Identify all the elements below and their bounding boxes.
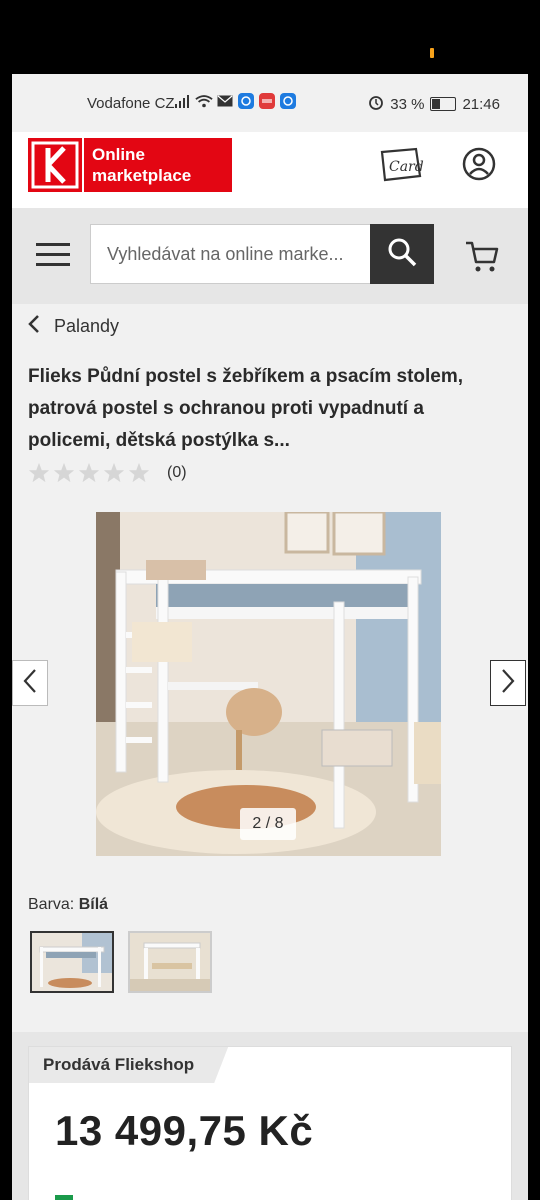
chevron-left-icon (28, 314, 40, 339)
status-bar: Vodafone CZ 33 % 21:46 (12, 74, 528, 132)
alarm-icon (368, 94, 384, 114)
clock: 21:46 (462, 95, 500, 113)
color-value: Bílá (78, 896, 109, 913)
thumbnail-image (32, 933, 112, 991)
thumbnail-image (130, 933, 210, 991)
color-selector-label: Barva: Bílá (28, 896, 108, 914)
chevron-left-icon (23, 668, 37, 699)
product-title: Flieks Půdní postel s žebříkem a psacím … (28, 366, 464, 451)
status-icons (174, 92, 297, 110)
shopping-cart-icon[interactable] (464, 240, 500, 279)
site-header: Online marketplace Card (12, 132, 528, 208)
color-thumbnail-selected[interactable] (30, 931, 114, 993)
star-icon (78, 462, 100, 483)
availability-indicator (55, 1195, 73, 1200)
gallery-counter: 2 / 8 (240, 808, 296, 840)
hamburger-menu-icon[interactable] (36, 242, 70, 273)
search-icon (387, 237, 417, 272)
logo-text: Online marketplace (84, 138, 232, 192)
battery-percent: 33 % (390, 95, 425, 113)
phone-screen: Vodafone CZ 33 % 21:46 Online marketplac… (12, 74, 528, 1200)
star-icon (128, 462, 150, 483)
product-rating[interactable]: (0) (28, 462, 187, 484)
chevron-right-icon (501, 668, 515, 699)
card-icon-text: Card (389, 159, 424, 175)
product-price: 13 499,75 Kč (55, 1107, 314, 1154)
mail-icon (216, 92, 234, 110)
star-icon (103, 462, 125, 483)
rating-count: (0) (167, 464, 187, 481)
user-account-icon[interactable] (461, 146, 497, 187)
star-icon (28, 462, 50, 483)
app-icon (258, 92, 276, 110)
product-image[interactable]: 2 / 8 (96, 512, 441, 856)
status-right: 33 % 21:46 (368, 94, 500, 114)
gallery-next-button[interactable] (490, 660, 526, 706)
signal-icon (174, 92, 192, 110)
carrier-name: Vodafone CZ (87, 95, 175, 112)
breadcrumb[interactable]: Palandy (28, 314, 119, 339)
search-button[interactable] (370, 224, 434, 284)
logo-mark (28, 138, 82, 192)
loft-bed-photo (96, 512, 441, 856)
battery-icon (430, 97, 457, 111)
search-bar: Vyhledávat na online marke... (12, 208, 528, 304)
gallery-prev-button[interactable] (12, 660, 48, 706)
star-icon (53, 462, 75, 483)
breadcrumb-label: Palandy (54, 316, 120, 336)
seller-name[interactable]: Prodává Fliekshop (29, 1047, 228, 1083)
search-input[interactable]: Vyhledávat na online marke... (90, 224, 372, 284)
app-icon (237, 92, 255, 110)
kaufland-logo[interactable]: Online marketplace (28, 138, 232, 192)
loyalty-card-icon[interactable]: Card (378, 146, 424, 191)
app-icon (279, 92, 297, 110)
watermark-text: @( Bazos.cz (346, 1150, 511, 1181)
color-thumbnail[interactable] (128, 931, 212, 993)
notification-indicator (430, 48, 434, 58)
color-label: Barva: (28, 896, 75, 913)
wifi-icon (195, 92, 213, 110)
